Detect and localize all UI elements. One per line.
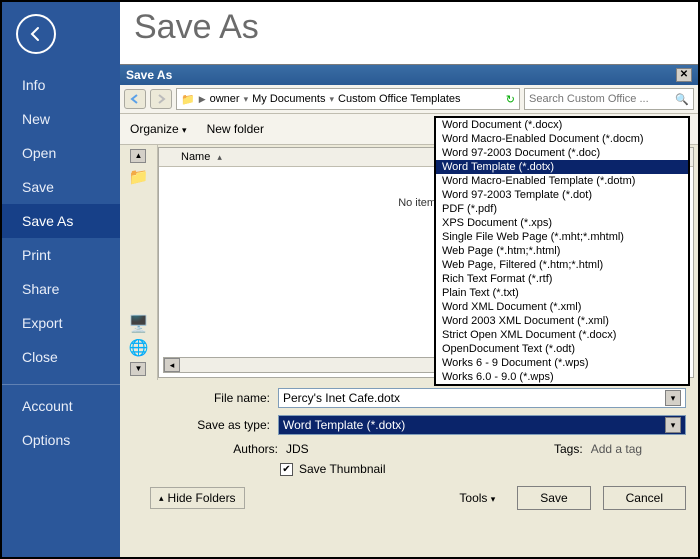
search-box[interactable]: 🔍 [524,88,694,110]
save-thumbnail-label: Save Thumbnail [299,462,386,476]
favorites-pane: ▲ 📁 🖥️ 🌐 ▼ [120,145,158,380]
sort-indicator-icon: ▴ [217,152,222,162]
arrow-left-icon [26,24,46,44]
file-type-option[interactable]: Word Macro-Enabled Document (*.docm) [436,132,688,146]
file-type-option[interactable]: Rich Text Format (*.rtf) [436,272,688,286]
file-type-option[interactable]: Word Macro-Enabled Template (*.dotm) [436,174,688,188]
tags-value[interactable]: Add a tag [591,442,642,456]
file-type-option[interactable]: Strict Open XML Document (*.docx) [436,328,688,342]
nav-back-icon [129,93,141,105]
file-type-option[interactable]: Word Template (*.dotx) [436,160,688,174]
save-button[interactable]: Save [517,486,590,510]
scroll-left-button[interactable]: ◂ [164,358,180,372]
sidebar-item-account[interactable]: Account [2,389,120,423]
network-icon[interactable]: 🌐 [129,338,149,358]
desktop-icon[interactable]: 🖥️ [129,314,149,334]
backstage-sidebar: InfoNewOpenSaveSave AsPrintShareExportCl… [2,2,120,557]
dialog-address-bar: 📁 ▶ owner ▾ My Documents ▾ Custom Office… [120,85,698,114]
file-type-option[interactable]: Single File Web Page (*.mht;*.mhtml) [436,230,688,244]
nav-forward-button[interactable] [150,89,172,109]
dialog-title-text: Save As [126,68,172,82]
file-type-option[interactable]: Web Page (*.htm;*.html) [436,244,688,258]
file-type-dropdown-list[interactable]: Word Document (*.docx)Word Macro-Enabled… [434,116,690,386]
organize-button[interactable]: Organize ▾ [130,122,187,136]
nav-back-button[interactable] [124,89,146,109]
favorites-scroll-down[interactable]: ▼ [130,362,146,376]
hide-folders-button[interactable]: ▴ Hide Folders [150,487,245,509]
authors-label: Authors: [210,442,278,456]
back-button[interactable] [16,14,56,54]
file-type-option[interactable]: Works 6.0 - 9.0 (*.wps) [436,370,688,384]
crumb[interactable]: owner [210,93,240,105]
sidebar-item-export[interactable]: Export [2,306,120,340]
file-type-option[interactable]: PDF (*.pdf) [436,202,688,216]
save-type-dropdown-button[interactable]: ▾ [665,417,681,433]
sidebar-item-print[interactable]: Print [2,238,120,272]
chevron-icon: ▾ [244,94,249,105]
folder-icon: 📁 [181,93,195,106]
sidebar-item-new[interactable]: New [2,102,120,136]
save-type-field[interactable]: Word Template (*.dotx) ▾ [278,415,686,435]
file-type-option[interactable]: Word XML Document (*.xml) [436,300,688,314]
dialog-close-button[interactable]: ✕ [676,68,692,82]
file-name-dropdown-button[interactable]: ▾ [665,390,681,406]
sidebar-item-save[interactable]: Save [2,170,120,204]
chevron-up-icon: ▴ [159,493,164,504]
new-folder-button[interactable]: New folder [207,122,264,136]
file-type-option[interactable]: Plain Text (*.txt) [436,286,688,300]
file-type-option[interactable]: Works 6 - 9 Document (*.wps) [436,356,688,370]
dialog-titlebar: Save As ✕ [120,65,698,85]
file-name-label: File name: [150,391,270,405]
file-type-option[interactable]: XPS Document (*.xps) [436,216,688,230]
sidebar-item-close[interactable]: Close [2,340,120,374]
sidebar-item-save-as[interactable]: Save As [2,204,120,238]
authors-value[interactable]: JDS [286,442,436,456]
save-thumbnail-checkbox[interactable]: ✔ [280,463,293,476]
tags-label: Tags: [554,442,583,456]
file-type-option[interactable]: Word 97-2003 Template (*.dot) [436,188,688,202]
file-type-option[interactable]: Word 97-2003 Document (*.doc) [436,146,688,160]
sidebar-item-open[interactable]: Open [2,136,120,170]
breadcrumb[interactable]: 📁 ▶ owner ▾ My Documents ▾ Custom Office… [176,88,520,110]
main-area: Save As Save As ✕ 📁 ▶ owner ▾ My Documen… [120,2,698,557]
favorites-scroll-up[interactable]: ▲ [130,149,146,163]
tools-button[interactable]: Tools ▾ [459,491,495,505]
chevron-down-icon: ▾ [491,494,496,504]
cancel-button[interactable]: Cancel [603,486,686,510]
search-icon[interactable]: 🔍 [675,93,689,106]
dialog-bottom-panel: File name: Percy's Inet Cafe.dotx ▾ Save… [120,380,698,520]
refresh-button[interactable]: ↻ [506,93,515,106]
chevron-icon: ▶ [199,94,206,105]
chevron-down-icon: ▾ [182,125,187,135]
file-type-option[interactable]: Word Document (*.docx) [436,118,688,132]
file-type-option[interactable]: Web Page, Filtered (*.htm;*.html) [436,258,688,272]
page-title: Save As [120,2,698,57]
crumb[interactable]: Custom Office Templates [338,93,460,105]
sidebar-item-options[interactable]: Options [2,423,120,457]
sidebar-item-info[interactable]: Info [2,68,120,102]
nav-forward-icon [155,93,167,105]
save-type-label: Save as type: [150,418,270,432]
file-name-field[interactable]: Percy's Inet Cafe.dotx ▾ [278,388,686,408]
sidebar-separator [2,384,120,385]
chevron-icon: ▾ [329,94,334,105]
sidebar-item-share[interactable]: Share [2,272,120,306]
file-type-option[interactable]: Word 2003 XML Document (*.xml) [436,314,688,328]
search-input[interactable] [529,93,671,105]
crumb[interactable]: My Documents [252,93,325,105]
file-type-option[interactable]: OpenDocument Text (*.odt) [436,342,688,356]
folder-icon[interactable]: 📁 [129,167,149,187]
